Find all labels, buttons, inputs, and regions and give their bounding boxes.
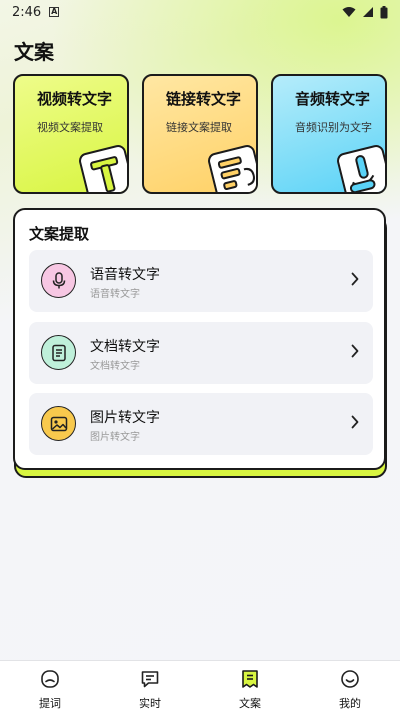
card-subtitle: 链接文案提取 (166, 121, 232, 134)
card-title: 音频转文字 (295, 90, 371, 108)
item-subtitle: 图片转文字 (90, 432, 140, 443)
signal-icon (363, 7, 373, 17)
chevron-right-icon (351, 344, 359, 358)
teleprompter-icon (41, 670, 59, 688)
document-icon (41, 335, 76, 370)
item-subtitle: 文档转文字 (90, 361, 140, 372)
item-title: 语音转文字 (90, 267, 160, 283)
card-subtitle: 音频识别为文字 (295, 121, 372, 134)
nav-label: 实时 (139, 697, 161, 710)
page-title: 文案 (14, 40, 54, 64)
image-to-text-item[interactable]: 图片转文字 图片转文字 (29, 393, 373, 455)
item-title: 文档转文字 (90, 339, 160, 355)
battery-icon (380, 5, 388, 18)
nav-realtime[interactable]: 实时 (100, 661, 200, 712)
image-icon (41, 406, 76, 441)
nav-label: 文案 (239, 697, 261, 710)
status-bar: 2:46 A (0, 0, 400, 24)
nav-label: 提词 (39, 697, 61, 710)
link-doc-icon (208, 145, 256, 192)
feature-cards: 视频转文字 视频文案提取 链接转文字 链接文案提取 音频转文字 音频识别为文字 (13, 74, 387, 196)
text-t-icon (79, 145, 127, 192)
link-to-text-card[interactable]: 链接转文字 链接文案提取 (142, 74, 258, 194)
audio-to-text-card[interactable]: 音频转文字 音频识别为文字 (271, 74, 387, 194)
item-title: 图片转文字 (90, 410, 160, 426)
document-to-text-item[interactable]: 文档转文字 文档转文字 (29, 322, 373, 384)
chat-icon (141, 671, 159, 688)
extraction-panel: 文案提取 语音转文字 语音转文字 文档转文字 文档转文字 图片转文字 图片转文字 (13, 208, 386, 470)
voice-to-text-item[interactable]: 语音转文字 语音转文字 (29, 250, 373, 312)
nav-teleprompter[interactable]: 提词 (0, 661, 100, 712)
copywriting-icon (242, 670, 258, 688)
notification-icon: A (49, 7, 60, 17)
card-title: 链接转文字 (166, 90, 242, 108)
card-subtitle: 视频文案提取 (37, 121, 103, 134)
status-indicators (342, 5, 388, 19)
chevron-right-icon (351, 272, 359, 286)
wifi-icon (342, 7, 356, 17)
nav-profile[interactable]: 我的 (300, 661, 400, 712)
audio-link-icon (337, 145, 385, 192)
bottom-nav: 提词 实时 文案 我的 (0, 660, 400, 712)
video-to-text-card[interactable]: 视频转文字 视频文案提取 (13, 74, 129, 194)
status-time: 2:46 (12, 4, 42, 20)
nav-label: 我的 (339, 697, 361, 710)
chevron-right-icon (351, 415, 359, 429)
item-subtitle: 语音转文字 (90, 289, 140, 300)
panel-title: 文案提取 (29, 225, 90, 243)
nav-copywriting[interactable]: 文案 (200, 661, 300, 712)
profile-icon (341, 670, 359, 688)
card-title: 视频转文字 (37, 90, 113, 108)
microphone-icon (41, 263, 76, 298)
